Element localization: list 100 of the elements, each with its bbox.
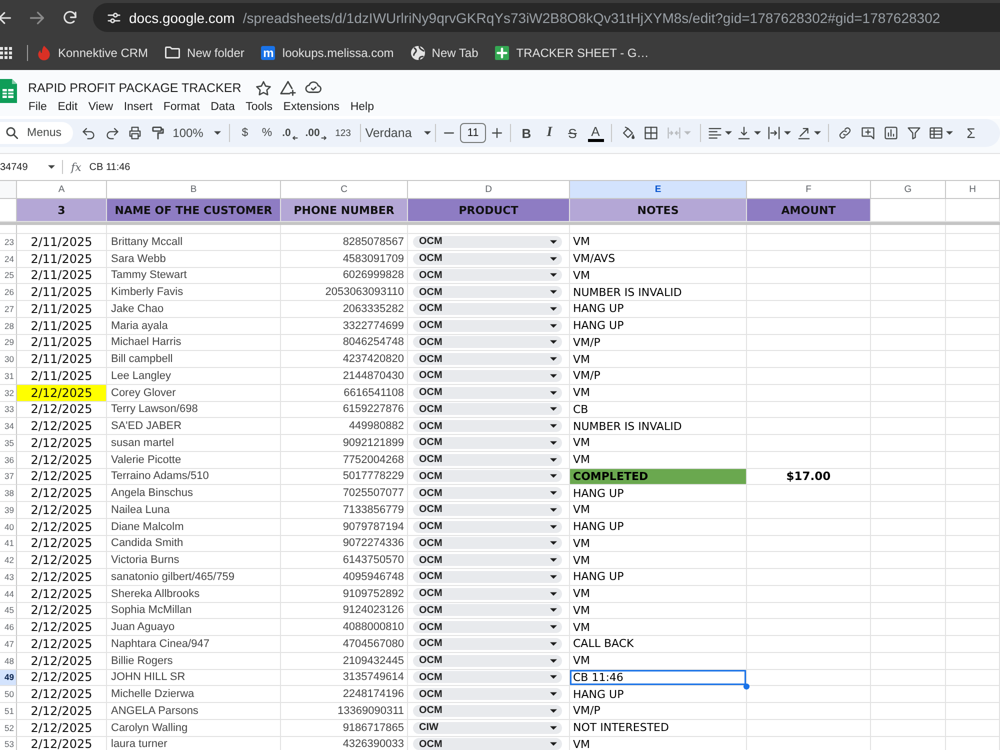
triangle-plus-icon[interactable] (280, 80, 296, 96)
row-number[interactable]: 39 (0, 502, 17, 519)
print-icon[interactable] (128, 126, 142, 140)
cloud-check-icon[interactable] (305, 81, 322, 95)
empty-cell[interactable] (871, 250, 946, 268)
empty-cell[interactable] (747, 602, 871, 620)
link-icon[interactable] (838, 126, 852, 140)
undo-icon[interactable] (82, 126, 96, 140)
menu-item[interactable]: View (82, 100, 118, 112)
sum-button[interactable]: Σ (957, 121, 985, 145)
empty-cell[interactable] (871, 225, 946, 234)
empty-cell[interactable] (946, 652, 1000, 670)
empty-cell[interactable] (747, 318, 871, 334)
menu-item[interactable]: Tools (240, 100, 278, 112)
empty-cell[interactable] (946, 351, 1000, 368)
empty-cell[interactable] (747, 334, 871, 352)
row-number[interactable]: 43 (0, 569, 17, 586)
borders-icon[interactable] (644, 126, 658, 140)
product-dropdown[interactable]: OCM (413, 403, 562, 416)
product-dropdown[interactable]: OCM (413, 252, 562, 265)
row-number[interactable]: 51 (0, 703, 17, 720)
empty-cell[interactable] (946, 485, 1000, 502)
empty-cell[interactable] (747, 402, 871, 418)
menu-item[interactable]: File (23, 100, 52, 112)
column-letter[interactable]: A (17, 181, 107, 199)
paint-bucket-icon[interactable] (620, 126, 634, 140)
redo-icon[interactable] (104, 126, 118, 140)
font-size-field[interactable]: 11 (460, 123, 486, 143)
text-wrap-icon[interactable] (766, 126, 780, 140)
empty-cell[interactable] (747, 586, 871, 602)
name-box[interactable]: 34749 (0, 162, 58, 172)
product-dropdown[interactable]: OCM (413, 286, 562, 298)
menu-item[interactable]: Insert (118, 100, 158, 112)
row-number[interactable]: 50 (0, 686, 17, 703)
empty-cell[interactable] (747, 452, 871, 468)
product-dropdown[interactable]: OCM (413, 336, 562, 348)
empty-cell[interactable] (946, 536, 1000, 552)
product-dropdown[interactable]: OCM (413, 487, 562, 500)
empty-cell[interactable] (871, 518, 946, 536)
empty-cell[interactable] (747, 418, 871, 435)
column-letter[interactable]: B (107, 181, 281, 199)
row-number[interactable]: 45 (0, 602, 17, 620)
empty-cell[interactable] (871, 619, 946, 636)
empty-cell[interactable] (946, 268, 1000, 284)
document-title[interactable]: RAPID PROFIT PACKAGE TRACKER (28, 81, 242, 95)
empty-cell[interactable] (871, 334, 946, 352)
formula-field[interactable]: CB 11:46 (89, 162, 130, 172)
caret-icon[interactable] (814, 131, 821, 135)
row-number[interactable]: 23 (0, 234, 17, 251)
number-format-button[interactable]: 123 (330, 121, 356, 145)
empty-cell[interactable] (946, 284, 1000, 301)
empty-cell[interactable] (946, 318, 1000, 334)
caret-icon[interactable] (754, 131, 760, 135)
empty-cell[interactable] (871, 351, 946, 368)
product-dropdown[interactable]: OCM (413, 638, 562, 650)
empty-cell[interactable] (871, 586, 946, 602)
empty-cell[interactable] (871, 536, 946, 552)
empty-cell[interactable] (946, 452, 1000, 468)
row-number[interactable]: 27 (0, 301, 17, 318)
empty-cell[interactable] (570, 225, 747, 234)
plus-icon[interactable] (490, 126, 504, 140)
row-number[interactable]: 49 (0, 670, 17, 686)
bookmark-link[interactable]: Konnektive CRM (58, 46, 148, 60)
product-dropdown[interactable]: OCM (413, 688, 562, 700)
align-bottom-icon[interactable] (736, 126, 750, 140)
empty-cell[interactable] (747, 502, 871, 519)
empty-cell[interactable] (747, 384, 871, 402)
text-color-button[interactable]: A (584, 121, 607, 145)
row-header[interactable] (0, 225, 17, 234)
row-number[interactable]: 26 (0, 284, 17, 301)
column-letter[interactable]: G (871, 181, 946, 199)
strikethrough-button[interactable]: S (561, 121, 584, 145)
empty-cell[interactable] (747, 670, 871, 686)
caret-icon[interactable] (946, 131, 953, 135)
product-dropdown[interactable]: OCM (413, 738, 562, 750)
reload-icon[interactable] (63, 10, 77, 24)
product-dropdown[interactable]: OCM (413, 621, 562, 634)
empty-cell[interactable] (871, 502, 946, 519)
menu-item[interactable]: Help (344, 100, 380, 112)
empty-cell[interactable] (946, 670, 1000, 686)
empty-cell[interactable] (946, 602, 1000, 620)
diagonal-arrow-icon[interactable] (797, 126, 811, 140)
empty-cell[interactable] (747, 351, 871, 368)
row-number[interactable]: 36 (0, 452, 17, 468)
product-dropdown[interactable]: OCM (413, 269, 562, 282)
empty-cell[interactable] (946, 468, 1000, 486)
row-number[interactable]: 41 (0, 536, 17, 552)
row-number[interactable]: 34 (0, 418, 17, 435)
back-icon[interactable] (0, 10, 11, 24)
decrease-decimals-button[interactable]: .0 (278, 121, 302, 145)
bold-button[interactable]: B (515, 121, 538, 145)
filter-icon[interactable] (906, 126, 920, 140)
product-dropdown[interactable]: OCM (413, 454, 562, 466)
italic-button[interactable]: I (538, 121, 561, 145)
empty-cell[interactable] (946, 368, 1000, 385)
row-number[interactable]: 52 (0, 720, 17, 736)
row-number[interactable]: 30 (0, 351, 17, 368)
empty-cell[interactable] (946, 502, 1000, 519)
row-number[interactable]: 24 (0, 250, 17, 268)
row-number[interactable]: 31 (0, 368, 17, 385)
